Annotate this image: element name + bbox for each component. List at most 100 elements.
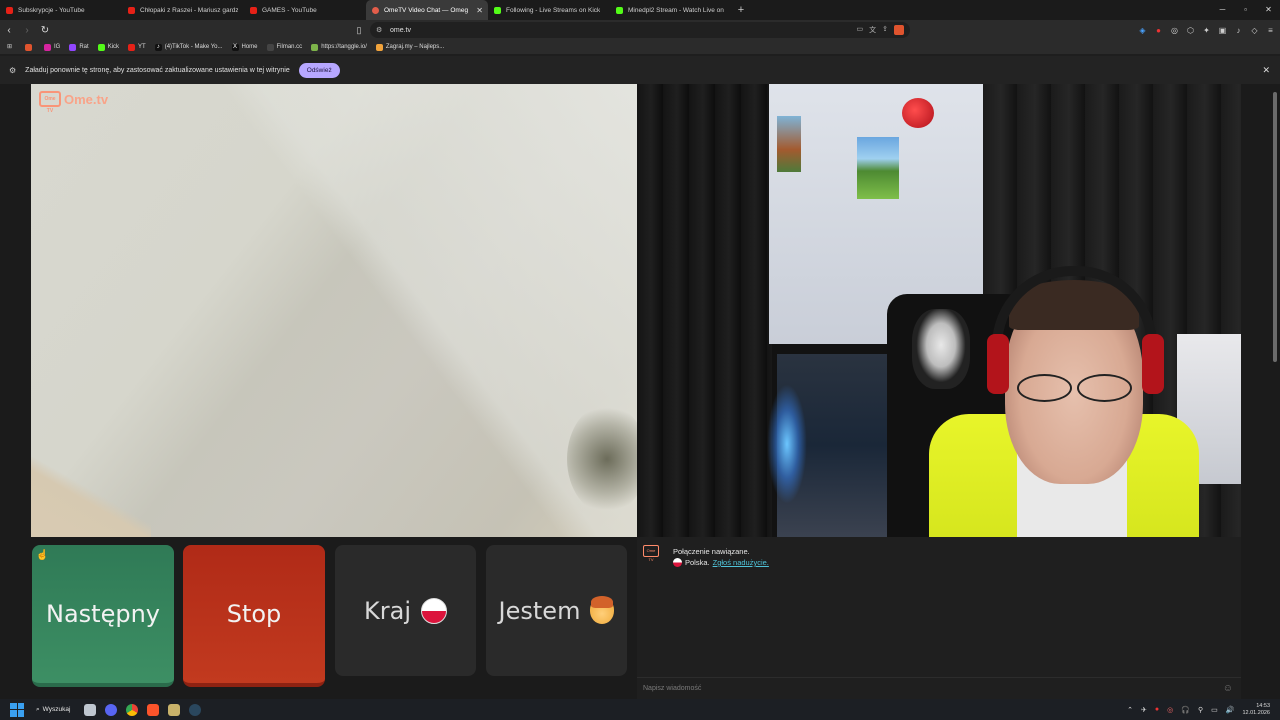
tray-app-icon[interactable]: ◎	[1167, 706, 1173, 714]
report-abuse-link[interactable]: Zgłoś nadużycie.	[713, 558, 769, 567]
tiktok-icon: ♪	[154, 43, 162, 51]
bookmark-label: Filman.cc	[276, 44, 303, 50]
forward-button[interactable]: ›	[18, 21, 36, 39]
tray-app-icon[interactable]: ✈	[1141, 706, 1147, 714]
tab-title: OmeTV Video Chat — Omeg	[384, 6, 469, 14]
chrome-icon[interactable]	[126, 703, 139, 716]
taskbar-search[interactable]: ⌕ Wyszukaj	[36, 706, 70, 714]
share-icon[interactable]: ⇪	[882, 25, 888, 35]
bookmark-item[interactable]: Kick	[97, 43, 119, 51]
stop-button[interactable]: Stop	[183, 545, 325, 687]
bookmark-item[interactable]: Rat	[69, 43, 89, 51]
discord-icon[interactable]	[105, 703, 118, 716]
next-button[interactable]: Następny	[32, 545, 174, 687]
address-bar[interactable]: ⚙ ome.tv ▭ 文 ⇪	[370, 22, 910, 38]
bookmark-item[interactable]: ⊞	[6, 44, 16, 51]
url-text: ome.tv	[390, 26, 412, 34]
back-button[interactable]: ‹	[0, 21, 18, 39]
close-icon[interactable]: ✕	[476, 6, 483, 15]
bookmark-label: Zagraj.my – Najleps...	[385, 44, 445, 50]
bookmark-item[interactable]: X Home	[231, 43, 258, 51]
site-info-icon[interactable]: ⚙	[376, 26, 384, 34]
bookmark-label: Home	[241, 44, 258, 50]
reload-button[interactable]: ↻	[36, 21, 54, 39]
brave-shield-icon[interactable]	[894, 25, 904, 35]
screen: Subskrypcje - YouTube Chłopaki z Raszei …	[0, 0, 1280, 720]
connection-status: Połączenie nawiązane.	[673, 547, 750, 556]
poland-flag-icon	[673, 558, 682, 567]
video-frame	[567, 404, 637, 514]
tab-subskrypcje[interactable]: Subskrypcje - YouTube	[0, 0, 122, 20]
chevron-up-icon[interactable]: ⌃	[1127, 706, 1133, 714]
refresh-button[interactable]: Odśwież	[298, 62, 340, 78]
bookmark-item[interactable]: YT	[128, 43, 146, 51]
close-window-button[interactable]: ✕	[1257, 0, 1280, 20]
bookmark-item[interactable]: Filman.cc	[266, 43, 303, 51]
bookmark-label: YT	[138, 44, 146, 50]
video-frame	[987, 334, 1009, 394]
taskbar-clock[interactable]: 14:53 12.01.2026	[1242, 703, 1270, 717]
monitor-icon[interactable]: ▭	[1211, 706, 1218, 714]
x-icon: X	[231, 43, 239, 51]
bookmark-item[interactable]	[25, 43, 35, 51]
volume-icon[interactable]: 🔊	[1226, 706, 1235, 714]
cast-icon[interactable]: ▭	[857, 25, 864, 35]
app-icon[interactable]	[168, 703, 181, 716]
address-bar-actions: ▭ 文 ⇪	[857, 25, 904, 35]
stranger-video: Ome TV Ome.tv	[31, 84, 637, 537]
extension-icon[interactable]: ●	[1153, 26, 1164, 35]
bookmark-icon[interactable]: ▯	[352, 22, 366, 38]
infobar-message: Załaduj ponownie tę stronę, aby zastosow…	[25, 66, 290, 74]
new-tab-button[interactable]: +	[732, 4, 750, 16]
system-tray: ⌃ ✈ ● ◎ 🎧 ⚲ ▭ 🔊 14:53 12.01.2026	[1127, 703, 1270, 717]
steam-icon[interactable]	[189, 703, 202, 716]
bookmark-item[interactable]: ♪ (4)TikTok - Make Yo...	[154, 43, 223, 51]
page-scrollbar[interactable]	[1270, 84, 1280, 699]
tab-chlopaki[interactable]: Chłopaki z Raszei - Mariusz gardzi p	[122, 0, 244, 20]
twitch-icon	[69, 43, 77, 51]
emoji-icon[interactable]: ☺	[1223, 683, 1233, 694]
next-button-label: Następny	[46, 600, 160, 628]
tab-title: Subskrypcje - YouTube	[18, 6, 85, 14]
bookmark-label: Rat	[79, 44, 89, 50]
tab-kick-following[interactable]: Following - Live Streams on Kick	[488, 0, 610, 20]
video-frame	[31, 457, 151, 537]
menu-icon[interactable]: ≡	[1265, 26, 1276, 35]
sidebar-icon[interactable]: ▣	[1217, 26, 1228, 35]
tab-minedpl2[interactable]: Minedpl2 Stream - Watch Live on	[610, 0, 732, 20]
microphone-icon[interactable]: ⚲	[1198, 706, 1203, 714]
tab-games[interactable]: GAMES - YouTube	[244, 0, 366, 20]
maximize-button[interactable]: ▫	[1234, 0, 1257, 20]
tray-app-icon[interactable]: ●	[1155, 706, 1159, 713]
minimize-button[interactable]: ─	[1211, 0, 1234, 20]
translate-icon[interactable]: 文	[869, 25, 876, 35]
extension-icon[interactable]: ◎	[1169, 26, 1180, 35]
boy-face-icon	[590, 595, 615, 624]
wallet-icon[interactable]: ◇	[1249, 26, 1260, 35]
bookmark-item[interactable]: https://tanggle.io/	[311, 43, 367, 51]
close-icon[interactable]: ✕	[1262, 65, 1270, 76]
extension-icon[interactable]: ⬡	[1185, 26, 1196, 35]
poland-flag-icon	[420, 597, 447, 624]
brave-icon[interactable]	[147, 703, 160, 716]
extension-icon[interactable]: ◈	[1137, 26, 1148, 35]
apps-grid-icon: ⊞	[6, 43, 13, 50]
search-icon: ⌕	[36, 705, 40, 713]
person-icon	[375, 43, 383, 51]
tray-app-icon[interactable]: 🎧	[1181, 706, 1190, 714]
gender-button[interactable]: Jestem	[486, 545, 627, 676]
gender-button-label: Jestem	[498, 596, 581, 625]
music-icon[interactable]: ♪	[1233, 26, 1244, 35]
puzzle-icon[interactable]: ✦	[1201, 26, 1212, 35]
stop-button-label: Stop	[226, 600, 282, 628]
windows-start-icon[interactable]	[10, 702, 24, 717]
search-label: Wyszukaj	[42, 706, 71, 713]
bookmark-item[interactable]: Zagraj.my – Najleps...	[375, 43, 445, 51]
scrollbar-thumb[interactable]	[1273, 92, 1277, 362]
country-button[interactable]: Kraj	[335, 545, 476, 676]
bookmark-item[interactable]: IG	[44, 43, 60, 51]
task-view-icon[interactable]	[84, 703, 97, 716]
message-input[interactable]: Napisz wiadomość ☺	[637, 677, 1241, 699]
tab-ometv[interactable]: OmeTV Video Chat — Omeg ✕	[366, 0, 488, 20]
tab-title: Chłopaki z Raszei - Mariusz gardzi p	[140, 6, 238, 14]
